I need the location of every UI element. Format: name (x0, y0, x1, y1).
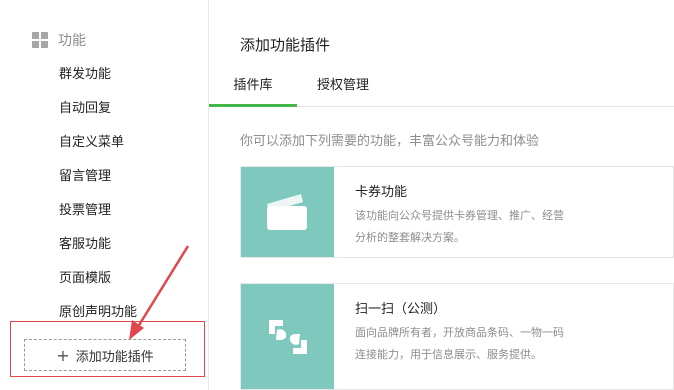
tab-bar: 插件库 授权管理 (209, 72, 674, 107)
main-content: 添加功能插件 插件库 授权管理 你可以添加下列需要的功能，丰富公众号能力和体验 … (209, 0, 674, 390)
plugin-description-line: 该功能向公众号提供卡券管理、推广、经营 (355, 209, 564, 222)
plugin-description-line: 分析的整套解决方案。 (355, 231, 465, 244)
plugin-card-scan[interactable]: 扫一扫（公测） 面向品牌所有者，开放商品条码、一物一码 连接能力，用于信息展示、… (240, 283, 674, 390)
scan-icon (241, 284, 334, 389)
plugin-description: 面向品牌所有者，开放商品条码、一物一码 连接能力，用于信息展示、服务提供。 (355, 322, 605, 366)
card-icon (241, 167, 334, 257)
plugin-title: 卡券功能 (355, 185, 408, 200)
plugin-title: 扫一扫（公测） (355, 302, 447, 317)
plugin-card-coupon[interactable]: 卡券功能 该功能向公众号提供卡券管理、推广、经营 分析的整套解决方案。 (240, 166, 674, 258)
plugin-description-line: 面向品牌所有者，开放商品条码、一物一码 (355, 326, 564, 339)
tab-authorization[interactable]: 授权管理 (317, 76, 369, 104)
hint-text: 你可以添加下列需要的功能，丰富公众号能力和体验 (240, 134, 540, 149)
plugin-description-line: 连接能力，用于信息展示、服务提供。 (355, 348, 542, 361)
plugin-description: 该功能向公众号提供卡券管理、推广、经营 分析的整套解决方案。 (355, 205, 605, 249)
page-title: 添加功能插件 (240, 36, 331, 54)
tab-plugin-library[interactable]: 插件库 (209, 76, 297, 107)
